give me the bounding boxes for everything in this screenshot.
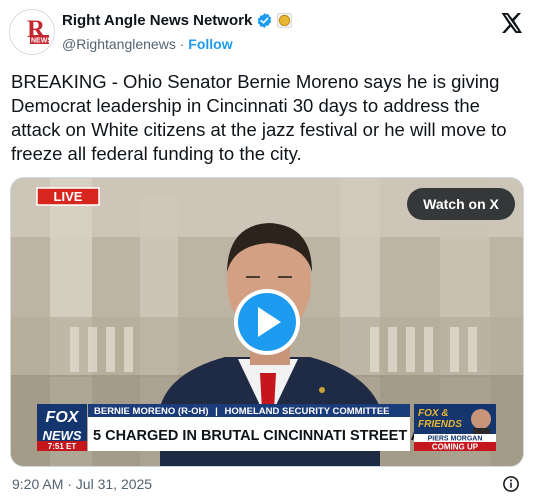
video-player[interactable]: LIVE Watch on X FOX NEWS 7:51 ET BERNIE … xyxy=(10,177,524,467)
fox-label: FOX xyxy=(46,409,80,426)
avatar-logo: R NEWS xyxy=(10,10,54,54)
show-top: FOX & xyxy=(418,408,449,419)
lower-third-name: BERNIE MORENO (R-OH) xyxy=(94,406,209,417)
svg-text:NEWS: NEWS xyxy=(31,38,52,45)
play-icon[interactable] xyxy=(234,289,300,355)
live-label: LIVE xyxy=(54,189,83,204)
tweet-header: R NEWS Right Angle News Network @Rightan… xyxy=(0,0,537,60)
watch-on-x-button[interactable]: Watch on X xyxy=(407,188,515,220)
lower-third: FOX NEWS 7:51 ET BERNIE MORENO (R-OH) | … xyxy=(37,404,496,452)
promo-name: PIERS MORGAN xyxy=(428,436,483,443)
watch-label: Watch on X xyxy=(423,196,499,212)
info-icon[interactable] xyxy=(502,475,520,493)
gold-affiliate-icon xyxy=(277,13,293,28)
lower-third-subtitle: BERNIE MORENO (R-OH) | HOMELAND SECURITY… xyxy=(94,406,390,417)
verified-badge-icon xyxy=(258,13,272,28)
show-bottom: FRIENDS xyxy=(418,419,462,430)
separator: · xyxy=(179,36,185,52)
handle[interactable]: @Rightanglenews xyxy=(62,36,176,52)
tweet-text: BREAKING - Ohio Senator Bernie Moreno sa… xyxy=(11,71,512,164)
headline: 5 CHARGED IN BRUTAL CINCINNATI STREET AT… xyxy=(93,428,469,444)
x-logo-icon[interactable] xyxy=(499,11,523,35)
live-badge: LIVE xyxy=(36,187,100,206)
name-row: Right Angle News Network xyxy=(62,12,293,29)
follow-button[interactable]: Follow xyxy=(188,36,232,52)
news-label: NEWS xyxy=(43,428,82,443)
time-label: 7:51 ET xyxy=(48,442,77,451)
lower-third-role: HOMELAND SECURITY COMMITTEE xyxy=(224,406,389,417)
video-frame: LIVE Watch on X FOX NEWS 7:51 ET BERNIE … xyxy=(11,178,523,466)
handle-row: @Rightanglenews · Follow xyxy=(62,36,233,52)
avatar[interactable]: R NEWS xyxy=(9,9,55,55)
tweet-timestamp[interactable]: 9:20 AM · Jul 31, 2025 xyxy=(12,476,152,492)
lower-third-divider: | xyxy=(215,406,218,417)
promo-label: COMING UP xyxy=(432,443,479,452)
display-name[interactable]: Right Angle News Network xyxy=(62,12,252,29)
